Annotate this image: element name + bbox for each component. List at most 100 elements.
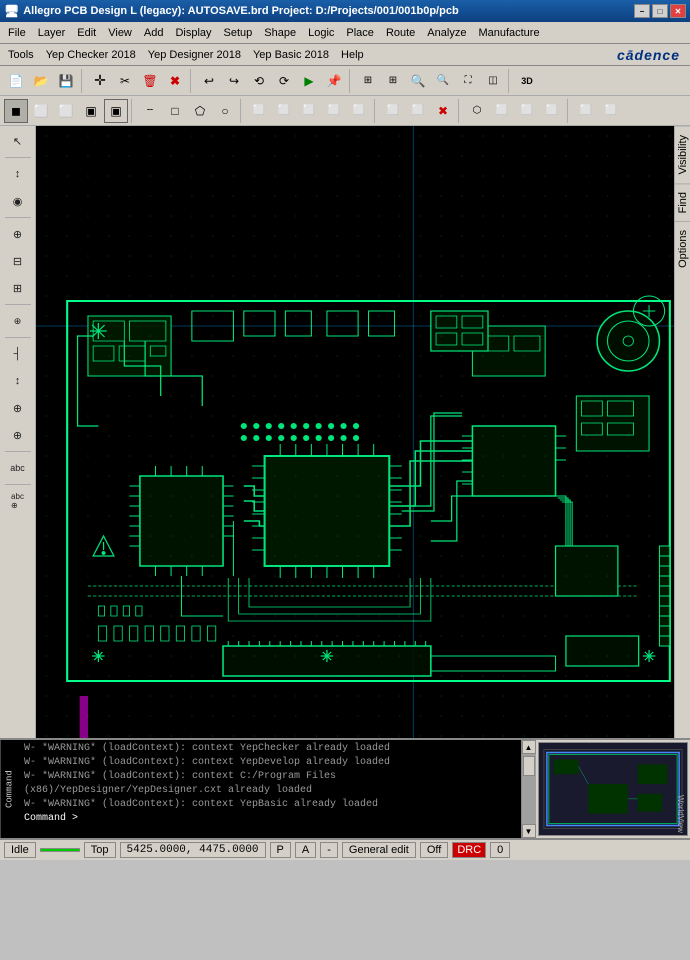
menu-place[interactable]: Place — [340, 25, 380, 41]
tb2-b5[interactable]: ⬜ — [347, 99, 371, 123]
scroll-down-btn[interactable]: ▼ — [522, 824, 536, 838]
tb-x-mark[interactable]: ✖ — [163, 69, 187, 93]
tb-new[interactable]: 📄 — [4, 69, 28, 93]
tb2-b4[interactable]: ⬜ — [322, 99, 346, 123]
tb2-b1[interactable]: ⬜ — [247, 99, 271, 123]
lt-text-add[interactable]: abc⊕ — [4, 488, 32, 514]
find-tab[interactable]: Find — [675, 183, 690, 221]
lt-move[interactable]: ↕ — [4, 161, 32, 187]
status-off: Off — [420, 842, 448, 858]
tb-save[interactable]: 💾 — [54, 69, 78, 93]
console-line-4: W- *WARNING* (loadContext): context YepB… — [24, 798, 517, 812]
menu-bar-secondary: Tools Yep Checker 2018 Yep Designer 2018… — [0, 44, 690, 66]
tb2-sel2[interactable]: ⬜ — [29, 99, 53, 123]
menu-view[interactable]: View — [102, 25, 138, 41]
lt-bracket[interactable]: ┤ — [4, 341, 32, 367]
tb2-line[interactable]: ╌ — [138, 99, 162, 123]
tb2-b2[interactable]: ⬜ — [272, 99, 296, 123]
status-idle: Idle — [4, 842, 36, 858]
menu-help[interactable]: Help — [335, 47, 370, 63]
tb-redo-l[interactable]: ↪ — [222, 69, 246, 93]
lt-circle[interactable]: ◉ — [4, 188, 32, 214]
menu-yep-basic[interactable]: Yep Basic 2018 — [247, 47, 335, 63]
pcb-canvas[interactable] — [36, 126, 674, 738]
lt-add3[interactable]: ⊕ — [4, 395, 32, 421]
menu-yep-checker[interactable]: Yep Checker 2018 — [40, 47, 142, 63]
menu-analyze[interactable]: Analyze — [421, 25, 472, 41]
menu-add[interactable]: Add — [138, 25, 170, 41]
tb-delete[interactable]: 🗑 — [138, 69, 162, 93]
menu-logic[interactable]: Logic — [302, 25, 340, 41]
tb-zoom-out[interactable]: 🔍 — [431, 69, 455, 93]
menu-file[interactable]: File — [2, 25, 32, 41]
menu-manufacture[interactable]: Manufacture — [472, 25, 545, 41]
scroll-up-btn[interactable]: ▲ — [522, 740, 536, 754]
tb2-poly[interactable]: ⬠ — [188, 99, 212, 123]
tb2-sel3[interactable]: ⬜ — [54, 99, 78, 123]
tb2-b13[interactable]: ⬜ — [574, 99, 598, 123]
menu-route[interactable]: Route — [380, 25, 421, 41]
menu-edit[interactable]: Edit — [71, 25, 102, 41]
lt-route[interactable]: ⊕ — [4, 308, 32, 334]
menu-tools[interactable]: Tools — [2, 47, 40, 63]
tb-grid2[interactable]: ⊞ — [381, 69, 405, 93]
window-controls[interactable]: − □ ✕ — [634, 4, 686, 18]
lt-arrow[interactable]: ↖ — [4, 128, 32, 154]
tb-3d[interactable]: 3D — [515, 69, 539, 93]
tb-open[interactable]: 📂 — [29, 69, 53, 93]
tb-grid1[interactable]: ⊞ — [356, 69, 380, 93]
menu-display[interactable]: Display — [169, 25, 217, 41]
lt-resize[interactable]: ↕ — [4, 368, 32, 394]
lt-add4[interactable]: ⊕ — [4, 422, 32, 448]
cadence-logo: cādence — [617, 47, 688, 63]
tb-redo[interactable]: ⟳ — [272, 69, 296, 93]
status-indicator — [40, 848, 80, 852]
menu-layer[interactable]: Layer — [32, 25, 72, 41]
tb2-sel4[interactable]: ▣ — [79, 99, 103, 123]
tb2-b7[interactable]: ⬜ — [406, 99, 430, 123]
scroll-track[interactable] — [522, 754, 536, 824]
tb-undo[interactable]: ↩ — [197, 69, 221, 93]
status-bar: Idle Top 5425.0000, 4475.0000 P A - Gene… — [0, 838, 690, 860]
options-tab[interactable]: Options — [675, 221, 690, 276]
console-line-3: W- *WARNING* (loadContext): context C:/P… — [24, 770, 517, 798]
minimize-button[interactable]: − — [634, 4, 650, 18]
tb2-b9[interactable]: ⬡ — [465, 99, 489, 123]
tb2-b6[interactable]: ⬜ — [381, 99, 405, 123]
tb-pin[interactable]: 📌 — [322, 69, 346, 93]
console-prompt[interactable]: Command > — [24, 812, 517, 826]
tb-zoom-prev[interactable]: ◫ — [481, 69, 505, 93]
tb2-sel1[interactable]: ◼ — [4, 99, 28, 123]
lt-add1[interactable]: ⊕ — [4, 221, 32, 247]
visibility-tab[interactable]: Visibility — [675, 126, 690, 183]
tb-snap[interactable]: ✛ — [88, 69, 112, 93]
tb2-b3[interactable]: ⬜ — [297, 99, 321, 123]
tb2-b14[interactable]: ⬜ — [599, 99, 623, 123]
tb-run[interactable]: ▶ — [297, 69, 321, 93]
tb2-b8[interactable]: ✖ — [431, 99, 455, 123]
menu-setup[interactable]: Setup — [218, 25, 259, 41]
window-title: Allegro PCB Design L (legacy): AUTOSAVE.… — [23, 5, 634, 17]
close-button[interactable]: ✕ — [670, 4, 686, 18]
tb2-rect[interactable]: □ — [163, 99, 187, 123]
tb-cut[interactable]: ✂ — [113, 69, 137, 93]
tb2-sel5[interactable]: ▣ — [104, 99, 128, 123]
lt-add2[interactable]: ⊞ — [4, 275, 32, 301]
tb2-b12[interactable]: ⬜ — [540, 99, 564, 123]
menu-shape[interactable]: Shape — [258, 25, 302, 41]
tb-zoom-in[interactable]: 🔍 — [406, 69, 430, 93]
lt-text[interactable]: abc — [4, 455, 32, 481]
tb-zoom-fit[interactable]: ⛶ — [456, 69, 480, 93]
tb2-b10[interactable]: ⬜ — [490, 99, 514, 123]
menu-yep-designer[interactable]: Yep Designer 2018 — [142, 47, 247, 63]
pcb-view[interactable] — [36, 126, 674, 738]
lt-sub[interactable]: ⊟ — [4, 248, 32, 274]
maximize-button[interactable]: □ — [652, 4, 668, 18]
tb2-circ[interactable]: ○ — [213, 99, 237, 123]
scroll-thumb[interactable] — [523, 756, 535, 776]
toolbar-main: 📄 📂 💾 ✛ ✂ 🗑 ✖ ↩ ↪ ⟲ ⟳ ▶ 📌 ⊞ ⊞ 🔍 🔍 ⛶ ◫ 3D — [0, 66, 690, 96]
tb-undo2[interactable]: ⟲ — [247, 69, 271, 93]
console-scrollbar[interactable]: ▲ ▼ — [521, 740, 535, 838]
tb2-b11[interactable]: ⬜ — [515, 99, 539, 123]
console-text: W- *WARNING* (loadContext): context YepC… — [24, 742, 517, 826]
